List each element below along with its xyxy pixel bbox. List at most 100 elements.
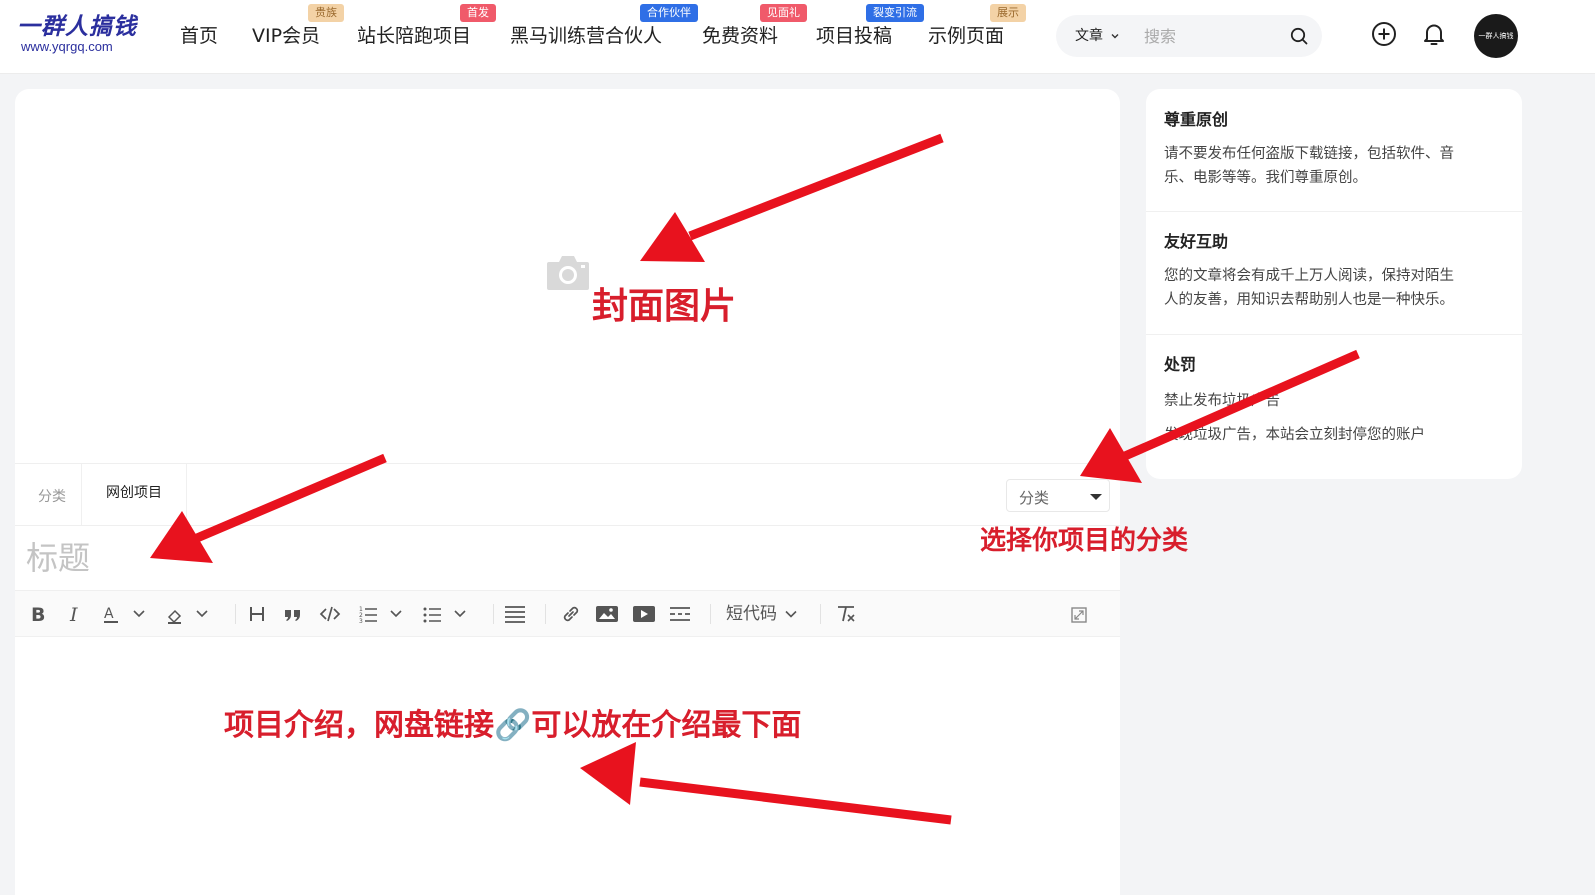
top-header: 一群人搞钱 www.yqrgq.com 首页 贵族 VIP会员 首发 站长陪跑项… <box>0 0 1595 74</box>
guideline-line: 人的友善，用知识去帮助别人也是一种快乐。 <box>1164 292 1454 308</box>
italic-icon: I <box>69 604 78 625</box>
nav-item-vip[interactable]: 贵族 VIP会员 <box>252 4 344 48</box>
shortcode-label: 短代码 <box>726 604 777 624</box>
user-avatar[interactable]: 一群人搞钱 <box>1474 14 1518 58</box>
bullet-list-icon <box>423 607 466 623</box>
nav-item-label: 黑马训练营合伙人 <box>510 25 663 47</box>
editor-toolbar: B I A 123 短代码 <box>15 591 1120 637</box>
fullscreen-button[interactable] <box>1069 603 1089 625</box>
site-logo[interactable]: 一群人搞钱 www.yqrgq.com <box>17 14 139 58</box>
bullet-list-button[interactable] <box>422 603 468 625</box>
title-row <box>15 526 1120 591</box>
annotation-content: 项目介绍，网盘链接🔗可以放在介绍最下面 <box>224 708 802 743</box>
ordered-list-button[interactable]: 123 <box>358 603 404 625</box>
search-type-label: 文章 <box>1075 28 1103 44</box>
title-input[interactable] <box>26 536 926 580</box>
font-color-icon: A <box>104 606 145 623</box>
badge-referral: 裂变引流 <box>866 4 924 22</box>
toolbar-divider <box>820 604 821 624</box>
badge-first: 首发 <box>460 4 496 22</box>
link-icon <box>563 606 579 622</box>
search-input[interactable] <box>1144 23 1284 49</box>
fullscreen-icon <box>1071 607 1087 623</box>
guideline-friendly: 友好互助 您的文章将会有成千上万人阅读，保持对陌生 人的友善，用知识去帮助别人也… <box>1146 212 1522 335</box>
add-circle-icon[interactable] <box>1370 20 1398 48</box>
nav-item-label: VIP会员 <box>252 25 321 47</box>
highlight-icon <box>167 609 208 624</box>
svg-text:3: 3 <box>359 618 363 625</box>
insert-video-button[interactable] <box>632 603 656 625</box>
code-icon <box>319 606 341 622</box>
guideline-line: 请不要发布任何盗版下载链接，包括软件、音 <box>1164 146 1454 162</box>
logo-url: www.yqrgq.com <box>21 39 113 54</box>
badge-show: 展示 <box>990 4 1026 22</box>
nav-item-label: 示例页面 <box>928 25 1005 47</box>
heading-icon <box>250 607 264 621</box>
nav-item-examples[interactable]: 展示 示例页面 <box>928 4 1026 48</box>
nav-item-home[interactable]: 首页 <box>180 24 218 48</box>
nav-item-free[interactable]: 见面礼 免费资料 <box>702 4 807 48</box>
bold-icon: B <box>31 604 45 625</box>
shortcode-dropdown[interactable]: 短代码 <box>726 603 798 625</box>
post-editor: 分类 网创项目 分类 B I A 123 短代码 <box>15 89 1120 895</box>
image-icon <box>596 606 618 622</box>
bold-button[interactable]: B <box>29 603 47 625</box>
guideline-title: 处罚 <box>1164 355 1197 374</box>
nav-item-submit[interactable]: 裂变引流 项目投稿 <box>816 4 924 48</box>
annotation-cover: 封面图片 <box>592 286 737 327</box>
ordered-list-icon: 123 <box>359 606 402 625</box>
code-button[interactable] <box>319 603 341 625</box>
category-select-value: 分类 <box>1019 489 1050 507</box>
toolbar-divider <box>235 604 236 624</box>
guideline-penalty: 处罚 禁止发布垃圾广告 发现垃圾广告，本站会立刻封停您的账户 <box>1146 335 1522 479</box>
guideline-line: 禁止发布垃圾广告 <box>1164 393 1280 409</box>
search-icon[interactable] <box>1289 26 1309 46</box>
clear-format-icon <box>838 606 855 622</box>
category-tag[interactable]: 网创项目 <box>81 464 187 525</box>
align-button[interactable] <box>503 603 527 625</box>
badge-vip: 贵族 <box>308 4 344 22</box>
category-row: 分类 网创项目 分类 <box>15 464 1120 526</box>
nav-item-label: 免费资料 <box>702 25 779 47</box>
nav-item-coaching[interactable]: 首发 站长陪跑项目 <box>357 4 496 48</box>
insert-image-button[interactable] <box>595 603 619 625</box>
toolbar-divider <box>710 604 711 624</box>
guideline-line: 发现垃圾广告，本站会立刻封停您的账户 <box>1164 427 1425 443</box>
nav-item-label: 项目投稿 <box>816 25 893 47</box>
guideline-title: 友好互助 <box>1164 232 1229 251</box>
svg-text:B: B <box>31 604 45 625</box>
cover-image-upload[interactable] <box>15 89 1120 464</box>
font-color-button[interactable]: A <box>103 603 149 625</box>
guideline-originality: 尊重原创 请不要发布任何盗版下载链接，包括软件、音 乐、电影等等。我们尊重原创。 <box>1146 89 1522 212</box>
highlight-button[interactable] <box>166 603 212 625</box>
category-select[interactable]: 分类 <box>1006 479 1110 512</box>
align-justify-icon <box>505 606 525 623</box>
guideline-title: 尊重原创 <box>1164 110 1229 129</box>
italic-button[interactable]: I <box>67 603 83 625</box>
toolbar-divider <box>493 604 494 624</box>
bell-icon[interactable] <box>1420 20 1448 48</box>
caret-down-icon <box>1090 494 1102 500</box>
heading-button[interactable] <box>248 603 266 625</box>
badge-gift: 见面礼 <box>760 4 807 22</box>
clear-format-button[interactable] <box>835 603 857 625</box>
svg-text:I: I <box>69 604 78 625</box>
video-icon <box>633 606 655 622</box>
nav-item-label: 站长陪跑项目 <box>357 25 472 47</box>
link-button[interactable] <box>560 603 582 625</box>
guideline-line: 您的文章将会有成千上万人阅读，保持对陌生 <box>1164 268 1454 284</box>
divider-button[interactable] <box>668 603 692 625</box>
guideline-line: 乐、电影等等。我们尊重原创。 <box>1164 170 1367 186</box>
chevron-down-icon <box>1111 34 1119 39</box>
quote-icon <box>285 610 300 621</box>
quote-button[interactable] <box>283 603 303 625</box>
horizontal-rule-icon <box>670 607 690 621</box>
search-type-dropdown[interactable]: 文章 <box>1075 26 1120 46</box>
nav-item-label: 首页 <box>180 25 219 47</box>
guidelines-sidebar: 尊重原创 请不要发布任何盗版下载链接，包括软件、音 乐、电影等等。我们尊重原创。… <box>1146 89 1522 479</box>
toolbar-divider <box>545 604 546 624</box>
content-editor[interactable] <box>15 637 1120 895</box>
chevron-down-icon <box>785 610 797 618</box>
camera-icon <box>547 256 589 290</box>
nav-item-bootcamp[interactable]: 合作伙伴 黑马训练营合伙人 <box>510 4 698 48</box>
